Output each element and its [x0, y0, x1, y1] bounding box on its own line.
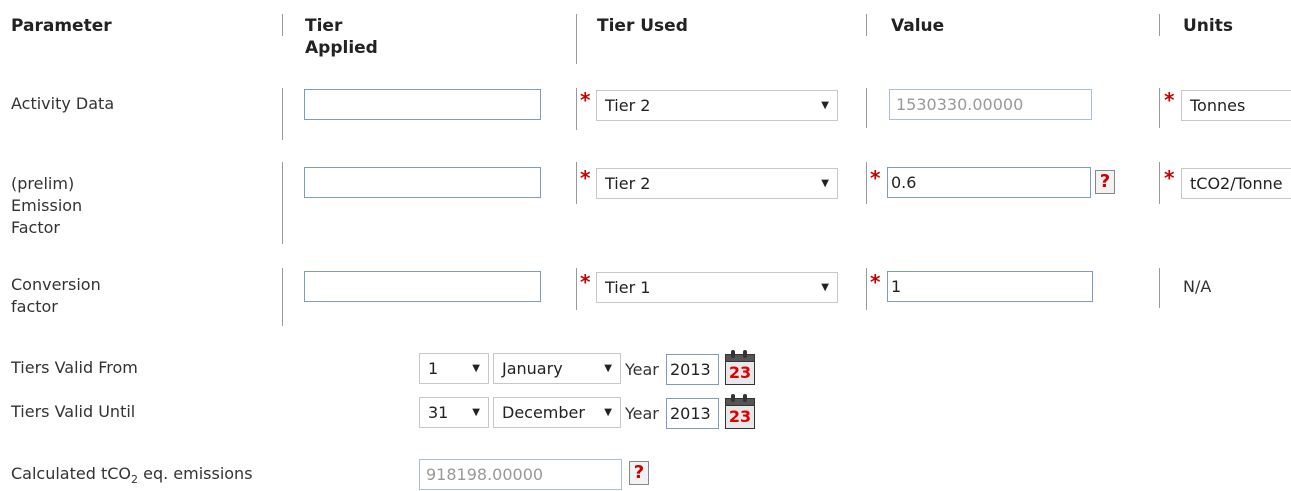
units-text: N/A [1183, 277, 1212, 296]
tier-used-select[interactable]: Tier 1 ▼ [596, 272, 838, 303]
label-suffix: eq. emissions [138, 464, 253, 483]
valid-from-label: Tiers Valid From [11, 358, 138, 377]
column-divider [1159, 14, 1160, 36]
value-input[interactable]: 0.6 [887, 167, 1091, 198]
column-divider [576, 268, 577, 310]
help-icon[interactable]: ? [1095, 170, 1115, 194]
row-label-conversion-factor: Conversion factor [11, 275, 101, 316]
day-value: 1 [428, 359, 439, 378]
calendar-ring [743, 350, 747, 358]
header-units: Units [1183, 16, 1233, 36]
year-label: Year [625, 360, 659, 379]
column-divider [866, 88, 867, 128]
month-value: December [502, 403, 585, 422]
calendar-day: 23 [725, 361, 755, 385]
tier-used-select[interactable]: Tier 2 ▼ [596, 168, 838, 199]
units-value: Tonnes [1190, 96, 1246, 115]
chevron-down-icon: ▼ [472, 363, 480, 374]
header-tier-applied: Tier Applied [305, 16, 378, 58]
valid-until-label: Tiers Valid Until [11, 402, 136, 421]
valid-until-day-select[interactable]: 31 ▼ [419, 397, 489, 428]
chevron-down-icon: ▼ [604, 407, 612, 418]
calendar-day: 23 [725, 405, 755, 429]
valid-from-day-select[interactable]: 1 ▼ [419, 353, 489, 384]
column-divider [282, 162, 283, 244]
year-label: Year [625, 404, 659, 423]
column-divider [866, 162, 867, 204]
chevron-down-icon: ▼ [821, 282, 829, 293]
value-input[interactable]: 1530330.00000 [889, 89, 1092, 120]
calendar-ring [731, 394, 735, 402]
valid-from-month-select[interactable]: January ▼ [493, 353, 621, 384]
header-parameter: Parameter [11, 16, 112, 36]
valid-until-month-select[interactable]: December ▼ [493, 397, 621, 428]
label-subscript: 2 [131, 473, 139, 487]
valid-until-year-input[interactable]: 2013 [666, 398, 719, 429]
required-marker: * [870, 270, 881, 294]
calculated-emissions-input[interactable]: 918198.00000 [419, 459, 622, 490]
chevron-down-icon: ▼ [821, 100, 829, 111]
column-divider [866, 14, 867, 36]
day-value: 31 [428, 403, 449, 422]
row-label-emission-factor: (prelim) Emission Factor [11, 174, 83, 237]
label-prefix: Calculated tCO [11, 464, 132, 483]
required-marker: * [1164, 166, 1175, 190]
calendar-ring [743, 394, 747, 402]
tier-used-select[interactable]: Tier 2 ▼ [596, 90, 838, 121]
column-divider [1159, 268, 1160, 308]
column-divider [1159, 162, 1160, 204]
column-divider [282, 14, 283, 36]
required-marker: * [580, 166, 591, 190]
valid-from-year-input[interactable]: 2013 [666, 354, 719, 385]
row-label-activity-data: Activity Data [11, 94, 115, 113]
required-marker: * [580, 88, 591, 112]
tier-used-value: Tier 2 [605, 174, 651, 193]
column-divider [576, 88, 577, 130]
required-marker: * [1164, 88, 1175, 112]
units-select[interactable]: tCO2/Tonne [1181, 168, 1291, 199]
required-marker: * [580, 270, 591, 294]
required-marker: * [870, 166, 881, 190]
column-divider [1159, 88, 1160, 128]
column-divider [282, 88, 283, 140]
tier-used-value: Tier 1 [605, 278, 651, 297]
chevron-down-icon: ▼ [821, 178, 829, 189]
calendar-icon[interactable]: 23 [725, 394, 755, 429]
units-select[interactable]: Tonnes [1181, 90, 1291, 121]
tier-applied-input[interactable] [304, 89, 541, 120]
column-divider [576, 14, 577, 64]
calendar-icon[interactable]: 23 [725, 350, 755, 385]
column-divider [866, 268, 867, 310]
header-tier-used: Tier Used [597, 16, 688, 36]
calendar-ring [731, 350, 735, 358]
header-value: Value [891, 16, 945, 36]
help-icon[interactable]: ? [629, 461, 649, 485]
month-value: January [502, 359, 563, 378]
value-input[interactable]: 1 [887, 271, 1093, 302]
chevron-down-icon: ▼ [472, 407, 480, 418]
units-value: tCO2/Tonne [1190, 174, 1283, 193]
tier-applied-input[interactable] [304, 271, 541, 302]
column-divider [282, 268, 283, 326]
chevron-down-icon: ▼ [604, 363, 612, 374]
tier-applied-input[interactable] [304, 167, 541, 198]
column-divider [576, 162, 577, 204]
tier-used-value: Tier 2 [605, 96, 651, 115]
